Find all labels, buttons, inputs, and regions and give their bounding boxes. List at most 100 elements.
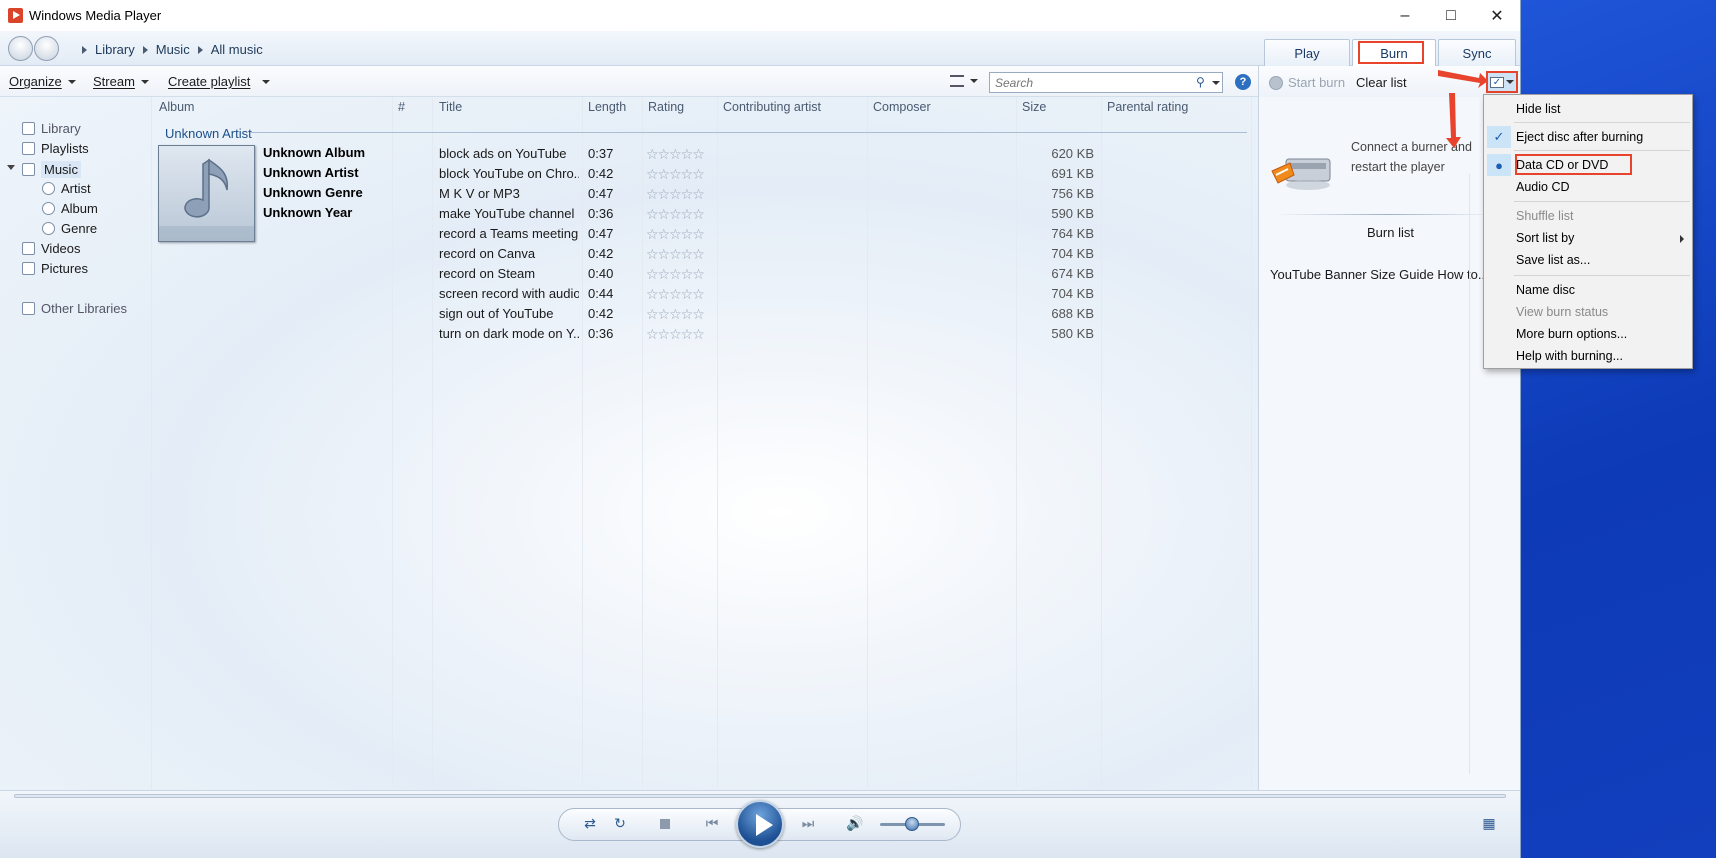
menu-audio-cd[interactable]: Audio CD (1516, 180, 1570, 194)
rating-stars-icon[interactable]: ☆☆☆☆☆ (646, 146, 705, 163)
table-row[interactable]: sign out of YouTube 0:42 ☆☆☆☆☆ 688 KB (0, 303, 1258, 323)
table-row[interactable]: block YouTube on Chro... 0:42 ☆☆☆☆☆ 691 KB (0, 163, 1258, 183)
help-icon[interactable]: ? (1235, 74, 1251, 90)
column-size[interactable]: Size (1022, 100, 1046, 114)
forward-button[interactable] (34, 36, 59, 61)
organize-menu[interactable]: Organize (9, 74, 76, 89)
chevron-right-icon (142, 45, 148, 54)
track-title: record on Canva (439, 246, 536, 261)
rating-stars-icon[interactable]: ☆☆☆☆☆ (646, 326, 705, 343)
table-row[interactable]: record on Steam 0:40 ☆☆☆☆☆ 674 KB (0, 263, 1258, 283)
menu-eject-after-burning[interactable]: Eject disc after burning (1516, 130, 1643, 144)
rating-stars-icon[interactable]: ☆☆☆☆☆ (646, 246, 705, 263)
track-length: 0:44 (588, 286, 614, 301)
stop-icon[interactable] (660, 819, 670, 829)
track-size: 688 KB (1051, 306, 1094, 321)
caret-down-icon[interactable] (262, 79, 271, 84)
close-button[interactable]: ✕ (1474, 0, 1520, 31)
track-title: record on Steam (439, 266, 536, 281)
table-row[interactable]: make YouTube channel ... 0:36 ☆☆☆☆☆ 590 KB (0, 203, 1258, 223)
create-playlist-label: Create playlist (168, 74, 251, 89)
menu-hide-list[interactable]: Hide list (1516, 102, 1560, 116)
breadcrumb-all-music[interactable]: All music (211, 42, 263, 57)
menu-separator (1514, 122, 1690, 123)
table-row[interactable]: M K V or MP3 0:47 ☆☆☆☆☆ 756 KB (0, 183, 1258, 203)
column-album[interactable]: Album (159, 100, 194, 114)
create-playlist-button[interactable]: Create playlist (168, 74, 271, 89)
maximize-button[interactable]: □ (1428, 0, 1474, 31)
menu-save-list-as[interactable]: Save list as... (1516, 253, 1590, 267)
seek-bar[interactable] (14, 794, 1506, 798)
search-icon[interactable]: ⚲ (1196, 75, 1205, 89)
start-burn-button[interactable]: Start burn (1269, 75, 1345, 90)
annotation-arrows (1438, 70, 1488, 148)
search-input[interactable] (990, 73, 1190, 92)
track-size: 580 KB (1051, 326, 1094, 341)
group-divider (250, 132, 1247, 133)
submenu-arrow-icon (1680, 235, 1684, 243)
column-title[interactable]: Title (439, 100, 462, 114)
column-parental-rating[interactable]: Parental rating (1107, 100, 1188, 114)
table-row[interactable]: screen record with audio 0:44 ☆☆☆☆☆ 704 KB (0, 283, 1258, 303)
back-button[interactable] (8, 36, 33, 61)
repeat-icon[interactable]: ↻ (611, 815, 629, 831)
column-rating[interactable]: Rating (648, 100, 684, 114)
previous-icon[interactable]: ⏮ (700, 815, 724, 831)
track-length: 0:42 (588, 166, 614, 181)
track-length: 0:47 (588, 186, 614, 201)
track-title: sign out of YouTube (439, 306, 554, 321)
rating-stars-icon[interactable]: ☆☆☆☆☆ (646, 226, 705, 243)
tab-play[interactable]: Play (1264, 39, 1350, 66)
search-caret-icon[interactable] (1212, 81, 1220, 85)
search-box[interactable]: ⚲ (989, 72, 1223, 93)
column-composer[interactable]: Composer (873, 100, 931, 114)
track-title: record a Teams meeting (439, 226, 579, 241)
table-row[interactable]: block ads on YouTube 0:37 ☆☆☆☆☆ 620 KB (0, 143, 1258, 163)
rating-stars-icon[interactable]: ☆☆☆☆☆ (646, 206, 705, 223)
next-icon[interactable]: ⏭ (796, 815, 820, 831)
breadcrumb-library[interactable]: Library (95, 42, 135, 57)
play-button[interactable] (736, 800, 784, 848)
group-header-artist: Unknown Artist (165, 126, 252, 141)
minimize-button[interactable]: – (1382, 0, 1428, 31)
chevron-right-icon (82, 45, 87, 54)
rating-stars-icon[interactable]: ☆☆☆☆☆ (646, 286, 705, 303)
menu-sort-list-by[interactable]: Sort list by (1516, 231, 1574, 245)
rating-stars-icon[interactable]: ☆☆☆☆☆ (646, 166, 705, 183)
rating-stars-icon[interactable]: ☆☆☆☆☆ (646, 186, 705, 203)
track-size: 704 KB (1051, 246, 1094, 261)
view-options-button[interactable] (950, 75, 978, 87)
menu-name-disc[interactable]: Name disc (1516, 283, 1575, 297)
stream-menu[interactable]: Stream (93, 74, 149, 89)
shuffle-icon[interactable]: ⇄ (581, 815, 599, 831)
column-contributing-artist[interactable]: Contributing artist (723, 100, 821, 114)
track-length: 0:36 (588, 326, 614, 341)
switch-to-now-playing-icon[interactable]: ▦ (1480, 815, 1498, 831)
nav-library[interactable]: Library (22, 121, 81, 136)
table-row[interactable]: turn on dark mode on Y... 0:36 ☆☆☆☆☆ 580 KB (0, 323, 1258, 343)
table-row[interactable]: record a Teams meeting 0:47 ☆☆☆☆☆ 764 KB (0, 223, 1258, 243)
menu-separator (1514, 275, 1690, 276)
menu-more-burn-options[interactable]: More burn options... (1516, 327, 1627, 341)
app-icon (8, 8, 23, 23)
track-length: 0:36 (588, 206, 614, 221)
track-title: M K V or MP3 (439, 186, 520, 201)
track-title: make YouTube channel ... (439, 206, 579, 221)
column-number[interactable]: # (398, 100, 405, 114)
menu-help-with-burning[interactable]: Help with burning... (1516, 349, 1623, 363)
burn-list-items[interactable]: YouTube Banner Size Guide How to... (1270, 267, 1489, 282)
rating-stars-icon[interactable]: ☆☆☆☆☆ (646, 266, 705, 283)
track-size: 691 KB (1051, 166, 1094, 181)
volume-icon[interactable]: 🔊 (846, 815, 864, 831)
clear-list-button[interactable]: Clear list (1356, 75, 1407, 90)
track-length: 0:42 (588, 246, 614, 261)
pane-divider (1277, 214, 1497, 215)
menu-separator (1514, 201, 1690, 202)
rating-stars-icon[interactable]: ☆☆☆☆☆ (646, 306, 705, 323)
caret-down-icon (970, 79, 978, 83)
table-row[interactable]: record on Canva 0:42 ☆☆☆☆☆ 704 KB (0, 243, 1258, 263)
breadcrumb-music[interactable]: Music (156, 42, 190, 57)
volume-knob[interactable] (905, 817, 919, 831)
track-title: block YouTube on Chro... (439, 166, 579, 181)
column-length[interactable]: Length (588, 100, 626, 114)
